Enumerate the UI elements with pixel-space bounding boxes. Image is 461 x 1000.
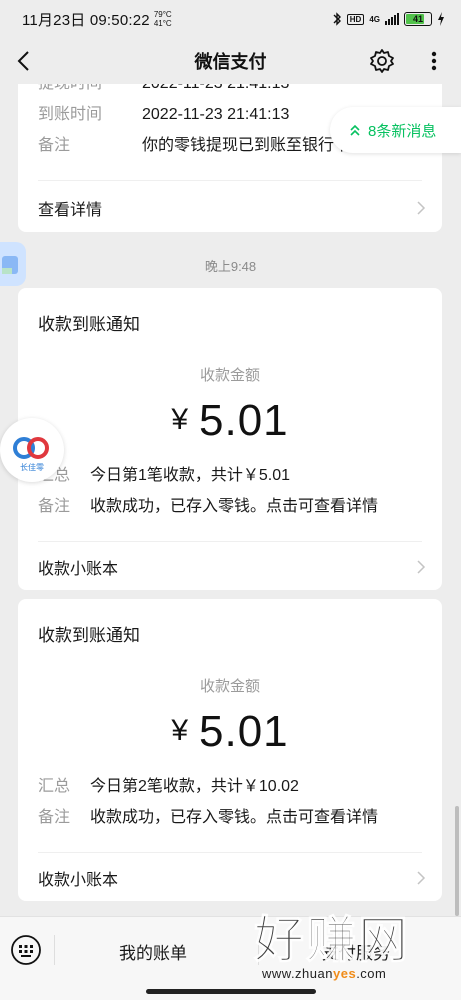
- message-timestamp: 晚上9:48: [204, 259, 257, 274]
- summary-row: 汇总 今日第1笔收款，共计￥5.01: [38, 467, 291, 484]
- bluetooth-icon: [333, 12, 341, 26]
- battery-icon: 41: [404, 12, 432, 26]
- amount-value: ¥5.01: [18, 396, 442, 446]
- amount-number: 5.01: [199, 396, 289, 445]
- chevron-right-icon: [417, 560, 426, 574]
- nav-bar: 微信支付: [0, 38, 461, 84]
- new-messages-button[interactable]: 8条新消息: [330, 107, 461, 153]
- chevron-right-icon: [417, 201, 426, 215]
- notice-title: 收款到账通知: [38, 626, 140, 645]
- currency-symbol: ¥: [171, 403, 190, 436]
- temp-low: 41°C: [153, 19, 172, 28]
- back-arrow-icon[interactable]: [12, 48, 38, 74]
- view-details-link[interactable]: 查看详情: [38, 196, 428, 220]
- my-bill-menu[interactable]: 我的账单: [119, 939, 187, 964]
- amount-label: 收款金额: [199, 678, 260, 695]
- watermark-url: www.zhuanyes.com: [262, 966, 387, 981]
- amount-value: ¥5.01: [18, 707, 442, 757]
- more-vertical-icon[interactable]: [424, 48, 444, 74]
- signal-icon: [385, 13, 399, 25]
- double-chevron-up-icon: [350, 124, 360, 136]
- detail-row-withdraw-time: 提现时间 2022-11-23 21:41:13: [38, 84, 289, 95]
- note-row: 备注 收款成功，已存入零钱。点击可查看详情: [38, 498, 379, 515]
- status-icons: HD 4G 41: [332, 12, 445, 26]
- divider: [38, 852, 422, 853]
- temp-high: 79°C: [153, 10, 172, 19]
- status-bar: 11月23日 09:50:22 79°C 41°C HD 4G 41: [0, 0, 461, 38]
- network-label: 4G: [369, 14, 380, 24]
- watermark-logo-text: 好赚网: [254, 912, 410, 968]
- payment-notice-card[interactable]: 收款到账通知 收款金额 ¥5.01 汇总 今日第1笔收款，共计￥5.01 备注 …: [18, 288, 442, 590]
- note-row: 备注 收款成功，已存入零钱。点击可查看详情: [38, 809, 379, 826]
- hd-icon: HD: [346, 13, 365, 25]
- amount-label: 收款金额: [199, 367, 260, 384]
- receipt-ledger-link[interactable]: 收款小账本: [38, 866, 428, 890]
- charging-icon: [438, 12, 444, 26]
- new-messages-label: 8条新消息: [368, 122, 437, 140]
- currency-symbol: ¥: [171, 714, 190, 747]
- detail-row-arrival-time: 到账时间 2022-11-23 21:41:13: [38, 106, 290, 123]
- status-time: 11月23日 09:50:22: [22, 11, 150, 29]
- notice-title: 收款到账通知: [38, 315, 140, 334]
- summary-row: 汇总 今日第2笔收款，共计￥10.02: [38, 778, 299, 795]
- divider: [38, 180, 422, 181]
- status-temps: 79°C 41°C: [154, 10, 172, 28]
- floating-logo-button[interactable]: 长佳零: [0, 418, 64, 482]
- app-logo-icon: 长佳零: [13, 437, 49, 472]
- bottom-divider: [54, 935, 55, 965]
- receipt-ledger-link[interactable]: 收款小账本: [38, 555, 428, 579]
- divider: [38, 541, 422, 542]
- watermark: 好赚网 www.zhuanyes.com: [254, 914, 454, 990]
- page-title: 微信支付: [194, 52, 267, 72]
- scrollbar[interactable]: [455, 806, 459, 916]
- detail-row-note: 备注 你的零钱提现已到账至银行卡: [38, 137, 351, 154]
- keyboard-icon[interactable]: [10, 934, 42, 966]
- payment-notice-card[interactable]: 收款到账通知 收款金额 ¥5.01 汇总 今日第2笔收款，共计￥10.02 备注…: [18, 599, 442, 901]
- svg-text:长佳零: 长佳零: [20, 462, 44, 472]
- chevron-right-icon: [417, 871, 426, 885]
- amount-number: 5.01: [199, 707, 289, 756]
- gear-icon[interactable]: [369, 48, 395, 74]
